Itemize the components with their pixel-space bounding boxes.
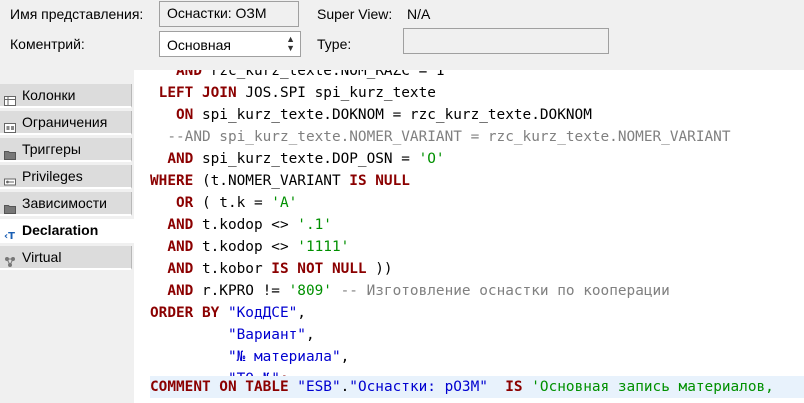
- code-token: "ESB": [297, 379, 341, 395]
- view-name-field[interactable]: Оснастки: ОЗМ: [159, 1, 299, 27]
- sidebar: Колонки Ограничения Триггеры Privileges Зави…: [0, 70, 134, 403]
- virtual-icon: [4, 252, 16, 267]
- editor-gutter: [134, 70, 150, 403]
- sidebar-item-declaration[interactable]: ‹T Declaration: [0, 219, 134, 243]
- code-token: OR: [150, 195, 202, 211]
- sidebar-item-label: Virtual: [22, 249, 62, 265]
- super-view-value: N/A: [407, 6, 431, 22]
- code-token: AND: [150, 239, 202, 255]
- code-token: (t.NOMER_VARIANT: [201, 173, 350, 189]
- code-token: "Оснастки: рОЗМ": [349, 379, 488, 395]
- code-token: AND: [150, 151, 202, 167]
- type-label: Type:: [317, 36, 352, 52]
- code-token: '1111': [297, 239, 350, 255]
- code-token: AND: [150, 217, 202, 233]
- sidebar-item-label: Declaration: [22, 222, 99, 238]
- comment-combo[interactable]: Основная ▲ ▼: [159, 31, 301, 57]
- code-line: "Вариант",: [150, 324, 730, 346]
- code-token: spi_kurz_texte.DOKNOM = rzc_kurz_texte.D…: [201, 107, 592, 123]
- sidebar-item-зависимости[interactable]: Зависимости: [0, 192, 132, 216]
- sidebar-item-триггеры[interactable]: Триггеры: [0, 138, 132, 162]
- code-token: ( t.k =: [201, 195, 272, 211]
- svg-text:‹T: ‹T: [4, 231, 15, 241]
- comment-label: Коментрий:: [10, 36, 85, 52]
- declaration-icon: ‹T: [4, 225, 16, 242]
- sidebar-item-label: Ограничения: [22, 114, 108, 130]
- code-line: "№ материала",: [150, 346, 730, 368]
- code-line: --AND spi_kurz_texte.NOMER_VARIANT = rzc…: [150, 126, 730, 148]
- sidebar-item-privileges[interactable]: Privileges: [0, 165, 132, 189]
- sidebar-item-label: Триггеры: [22, 141, 81, 157]
- super-view-label: Super View:: [317, 6, 393, 22]
- code-token: IS NULL: [349, 173, 410, 189]
- code-line: AND t.kodop <> '1111': [150, 236, 730, 258]
- code-line: WHERE (t.NOMER_VARIANT IS NULL: [150, 170, 730, 192]
- code-token: t.kodop <>: [201, 239, 298, 255]
- code-token: IS: [487, 379, 532, 395]
- comment-combo-value: Основная: [167, 37, 231, 53]
- code-token: ,: [297, 305, 306, 321]
- code-token: "КодДСЕ": [227, 305, 298, 321]
- sql-editor[interactable]: AND rzc_kurz_texte.NOM_RAZC = 1 LEFT JOI…: [150, 70, 804, 403]
- code-token: --AND spi_kurz_texte.NOMER_VARIANT = rzc…: [150, 129, 731, 145]
- code-token: 'O': [418, 151, 445, 167]
- code-token: AND: [150, 261, 202, 277]
- code-line: ORDER BY "КодДСЕ",: [150, 302, 730, 324]
- columns-icon: [4, 90, 16, 106]
- code-token: AND: [150, 283, 202, 299]
- code-token: '809': [288, 283, 332, 299]
- code-line: AND t.kobor IS NOT NULL )): [150, 258, 730, 280]
- sidebar-item-колонки[interactable]: Колонки: [0, 84, 132, 108]
- code-token: t.kobor: [201, 261, 272, 277]
- code-token: spi_kurz_texte.DOP_OSN =: [201, 151, 419, 167]
- code-line: AND rzc_kurz_texte.NOM_RAZC = 1: [150, 70, 730, 82]
- code-block: AND rzc_kurz_texte.NOM_RAZC = 1 LEFT JOI…: [150, 70, 730, 390]
- constraints-icon: [4, 117, 16, 133]
- spin-arrows-icon[interactable]: ▲ ▼: [286, 35, 295, 53]
- code-token: ORDER BY: [150, 305, 228, 321]
- code-token: 'A': [271, 195, 298, 211]
- code-token: 'Основная запись материалов,: [531, 379, 774, 395]
- code-token: t.kodop <>: [201, 217, 298, 233]
- code-line: ON spi_kurz_texte.DOKNOM = rzc_kurz_text…: [150, 104, 730, 126]
- code-token: ,: [305, 327, 315, 343]
- code-token: rzc_kurz_texte.NOM_RAZC = 1: [210, 70, 445, 79]
- sidebar-item-label: Privileges: [22, 168, 83, 184]
- code-line: OR ( t.k = 'A': [150, 192, 730, 214]
- code-token: JOS.SPI spi_kurz_texte: [245, 85, 436, 101]
- code-token: "№ материала": [150, 349, 341, 365]
- folder-icon: [4, 144, 16, 160]
- code-token: LEFT JOIN: [150, 85, 246, 101]
- code-token: WHERE: [150, 173, 202, 189]
- code-line: AND spi_kurz_texte.DOP_OSN = 'O': [150, 148, 730, 170]
- code-token: -- Изготовление оснастки по кооперации: [331, 283, 670, 299]
- code-token: COMMENT ON TABLE: [150, 379, 298, 395]
- sidebar-item-label: Зависимости: [22, 195, 107, 211]
- code-token: AND: [150, 70, 211, 79]
- code-line: AND t.kodop <> '.1': [150, 214, 730, 236]
- code-line: AND r.KPRO != '809' -- Изготовление осна…: [150, 280, 730, 302]
- code-token: '.1': [297, 217, 332, 233]
- sidebar-item-virtual[interactable]: Virtual: [0, 246, 132, 270]
- code-token: r.KPRO !=: [201, 283, 289, 299]
- view-name-label: Имя представления:: [10, 6, 144, 22]
- code-token: ON: [150, 107, 202, 123]
- sidebar-item-label: Колонки: [22, 87, 76, 103]
- code-line: LEFT JOIN JOS.SPI spi_kurz_texte: [150, 82, 730, 104]
- sidebar-item-ограничения[interactable]: Ограничения: [0, 111, 132, 135]
- code-token: ,: [340, 349, 350, 365]
- folder-icon: [4, 198, 16, 214]
- code-token: .: [340, 379, 350, 395]
- key-icon: [4, 171, 16, 186]
- type-field[interactable]: [403, 28, 609, 54]
- code-token: "Вариант": [150, 327, 306, 343]
- code-token: )): [366, 261, 393, 277]
- code-token: IS NOT NULL: [271, 261, 367, 277]
- comment-on-table-line: COMMENT ON TABLE "ESB"."Оснастки: рОЗМ" …: [150, 376, 804, 398]
